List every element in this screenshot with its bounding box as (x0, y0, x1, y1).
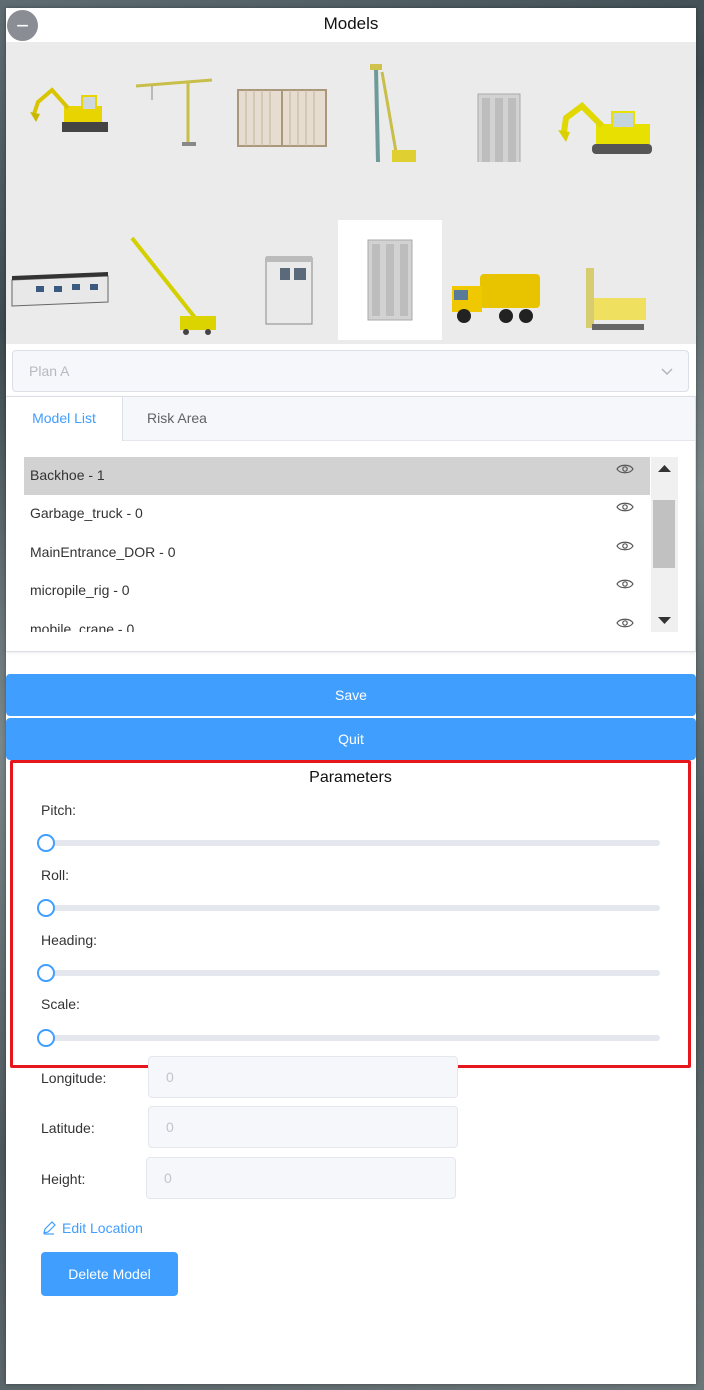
model-tile-door-panel[interactable] (444, 42, 548, 162)
parameters-section: Parameters Pitch: Roll: Heading: Scale: (10, 760, 691, 1068)
list-scrollbar[interactable] (651, 457, 678, 632)
list-item[interactable]: MainEntrance_DOR - 0 (24, 534, 650, 572)
slider-track (41, 840, 660, 846)
list-item[interactable]: Backhoe - 1 (24, 457, 650, 495)
list-item[interactable]: mobile crane - 0 (24, 611, 650, 632)
tab-header: Model List Risk Area (6, 397, 695, 441)
model-tile-fence-panels[interactable] (236, 42, 340, 162)
model-tile-guard-booth[interactable] (236, 220, 340, 340)
longitude-input[interactable]: 0 (148, 1056, 458, 1098)
slider-handle[interactable] (37, 834, 55, 852)
delete-model-button[interactable]: Delete Model (41, 1252, 178, 1296)
slider-track (41, 970, 660, 976)
scroll-down-icon[interactable] (651, 608, 678, 632)
list-item-name: Backhoe - 1 (30, 467, 105, 483)
slider-track (41, 1035, 660, 1041)
scale-slider[interactable] (37, 1028, 664, 1048)
slider-track (41, 905, 660, 911)
edit-icon (43, 1221, 56, 1235)
plan-select-value: Plan A (29, 363, 70, 379)
micropile-rig-icon (370, 64, 416, 162)
heading-label: Heading: (41, 932, 98, 948)
list-item[interactable]: micropile_rig - 0 (24, 572, 650, 610)
height-input[interactable]: 0 (146, 1157, 456, 1199)
heading-slider[interactable] (37, 963, 664, 983)
edit-location-link[interactable]: Edit Location (42, 1220, 143, 1236)
model-tile-drill-rig[interactable] (558, 220, 662, 340)
eye-icon[interactable] (616, 500, 634, 514)
model-tile-mobile-crane[interactable] (124, 220, 228, 340)
door-panel-icon (367, 239, 413, 321)
site-office-icon (11, 272, 109, 307)
scale-label: Scale: (41, 996, 80, 1012)
models-panel: − Models Plan A Model List Risk Area Bac… (6, 8, 696, 1384)
model-tile-excavator[interactable] (552, 42, 656, 162)
tower-crane-icon (135, 78, 213, 146)
roll-label: Roll: (41, 867, 70, 883)
slider-handle[interactable] (37, 899, 55, 917)
scrollbar-thumb[interactable] (653, 500, 675, 568)
list-item-name: MainEntrance_DOR - 0 (30, 544, 176, 560)
parameters-title: Parameters (309, 769, 392, 786)
quit-button[interactable]: Quit (6, 718, 696, 760)
model-tile-backhoe[interactable] (12, 42, 116, 162)
longitude-label: Longitude: (41, 1070, 107, 1086)
model-tile-site-office[interactable] (6, 220, 118, 340)
plan-select[interactable]: Plan A (12, 350, 689, 392)
eye-icon[interactable] (616, 462, 634, 476)
mobile-crane-icon (130, 236, 216, 335)
list-item-name: mobile crane - 0 (30, 621, 135, 632)
height-label: Height: (41, 1171, 86, 1187)
guard-booth-icon (265, 256, 313, 325)
door-panel-icon (477, 93, 521, 162)
chevron-down-icon (661, 368, 673, 375)
drill-rig-icon (586, 268, 646, 330)
list-item-name: micropile_rig - 0 (30, 582, 130, 598)
fence-panels-icon (237, 89, 327, 147)
slider-handle[interactable] (37, 1029, 55, 1047)
tab-model-list[interactable]: Model List (6, 397, 123, 441)
tabs-container: Model List Risk Area Backhoe - 1 Garbage… (6, 396, 696, 652)
excavator-icon (558, 102, 652, 154)
pitch-label: Pitch: (41, 802, 77, 818)
panel-title: Models (323, 14, 379, 33)
list-item[interactable]: Garbage_truck - 0 (24, 495, 650, 533)
eye-icon[interactable] (616, 539, 634, 553)
save-button[interactable]: Save (6, 674, 696, 716)
model-list: Backhoe - 1 Garbage_truck - 0 MainEntran… (24, 457, 650, 632)
model-gallery (6, 42, 696, 344)
edit-location-label: Edit Location (62, 1220, 143, 1236)
eye-icon[interactable] (616, 577, 634, 591)
model-tile-micropile-rig[interactable] (340, 42, 444, 162)
backhoe-icon (30, 87, 108, 132)
roll-slider[interactable] (37, 898, 664, 918)
slider-handle[interactable] (37, 964, 55, 982)
tab-risk-area[interactable]: Risk Area (122, 397, 232, 440)
eye-icon[interactable] (616, 616, 634, 630)
latitude-input[interactable]: 0 (148, 1106, 458, 1148)
model-tile-tower-crane[interactable] (132, 42, 236, 162)
scroll-up-icon[interactable] (651, 457, 678, 481)
pitch-slider[interactable] (37, 833, 664, 853)
model-tile-door-panel-selected[interactable] (338, 220, 442, 340)
list-item-name: Garbage_truck - 0 (30, 505, 143, 521)
title-bar: − Models (6, 8, 696, 42)
model-tile-garbage-truck[interactable] (446, 220, 558, 340)
latitude-label: Latitude: (41, 1120, 95, 1136)
garbage-truck-icon (452, 274, 540, 323)
